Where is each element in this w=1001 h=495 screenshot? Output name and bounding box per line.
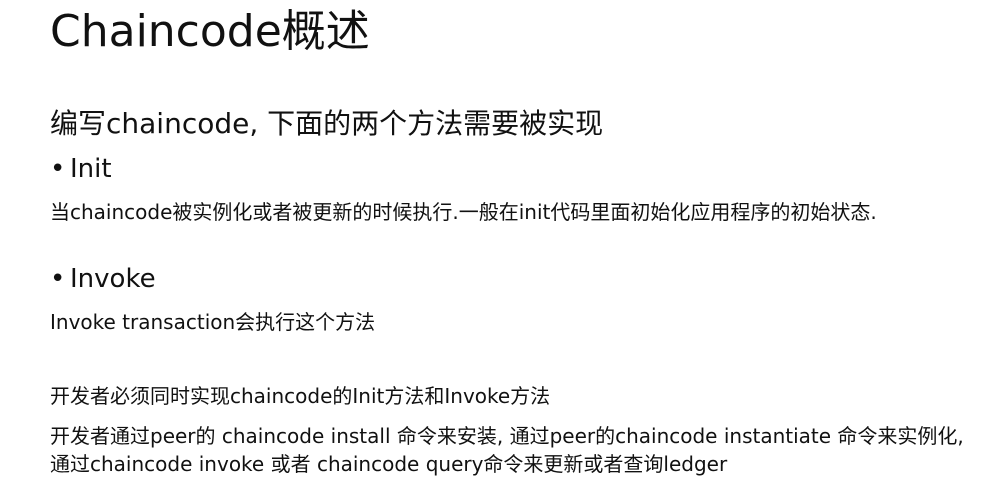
bullet-dot-icon: • [50,264,66,294]
bullet-label: Init [70,154,112,184]
init-description: 当chaincode被实例化或者被更新的时候执行.一般在init代码里面初始化应… [50,200,877,224]
slide: Chaincode概述 编写chaincode, 下面的两个方法需要被实现 • I… [0,0,1001,495]
bullet-label: Invoke [70,264,156,294]
bullet-invoke: • Invoke [50,262,156,296]
commands-text: 开发者通过peer的 chaincode install 命令来安装, 通过pe… [50,424,964,476]
requirement-text: 开发者必须同时实现chaincode的Init方法和Invoke方法 [50,384,551,408]
bullet-dot-icon: • [50,154,66,184]
bullet-init: • Init [50,152,112,186]
slide-title: Chaincode概述 [50,6,370,57]
invoke-description: Invoke transaction会执行这个方法 [50,310,376,334]
intro-text: 编写chaincode, 下面的两个方法需要被实现 [50,107,604,140]
